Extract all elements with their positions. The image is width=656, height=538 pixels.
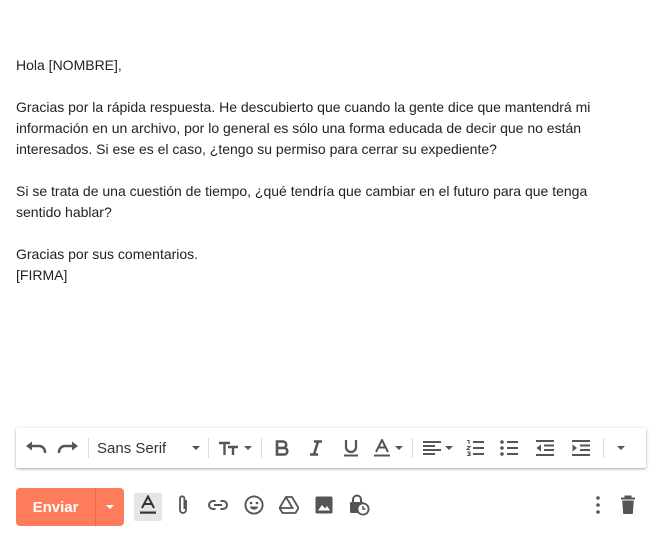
- link-icon: [207, 498, 229, 516]
- signature-line: [FIRMA]: [16, 267, 68, 283]
- chevron-down-icon: [395, 446, 404, 450]
- font-family-value: Sans Serif: [97, 439, 167, 457]
- formatting-options-button[interactable]: [134, 493, 162, 521]
- italic-icon: [309, 440, 323, 456]
- drive-icon: [278, 495, 300, 519]
- photo-icon: [315, 496, 333, 519]
- chevron-down-icon: [192, 446, 201, 450]
- more-formatting-button[interactable]: [608, 434, 634, 462]
- emoji-icon: [244, 494, 264, 520]
- insert-drive-button[interactable]: [275, 493, 303, 521]
- toolbar-divider: [88, 438, 89, 458]
- send-button[interactable]: Enviar: [16, 488, 95, 526]
- insert-link-button[interactable]: [204, 493, 232, 521]
- more-options-icon: [596, 495, 600, 519]
- indent-less-button[interactable]: [527, 434, 563, 462]
- paragraph-1: Gracias por la rápida respuesta. He desc…: [16, 99, 591, 157]
- italic-button[interactable]: [298, 434, 334, 462]
- align-button[interactable]: [417, 434, 459, 462]
- indent-more-button[interactable]: [563, 434, 599, 462]
- undo-icon: [25, 441, 47, 455]
- font-family-select[interactable]: Sans Serif: [93, 434, 204, 462]
- text-size-button[interactable]: [213, 434, 257, 462]
- send-button-group: Enviar: [16, 488, 124, 526]
- attach-icon: [177, 494, 189, 521]
- chevron-down-icon: [106, 505, 114, 509]
- chevron-down-icon: [244, 446, 253, 450]
- text-color-icon: [373, 439, 391, 457]
- bulleted-list-icon: [500, 440, 519, 456]
- formatting-options-icon: [139, 493, 157, 520]
- underline-button[interactable]: [334, 434, 368, 462]
- text-size-icon: [218, 440, 240, 456]
- toolbar-divider: [208, 438, 210, 458]
- text-color-button[interactable]: [368, 434, 408, 462]
- paragraph-2: Si se trata de una cuestión de tiempo, ¿…: [16, 183, 588, 220]
- indent-less-icon: [536, 440, 555, 456]
- indent-more-icon: [572, 440, 591, 456]
- underline-icon: [343, 439, 359, 457]
- formatting-toolbar: Sans Serif: [16, 428, 646, 468]
- insert-photo-button[interactable]: [310, 493, 338, 521]
- align-icon: [423, 441, 442, 455]
- numbered-list-button[interactable]: [459, 434, 491, 462]
- toolbar-divider: [603, 438, 605, 458]
- greeting-line: Hola [NOMBRE],: [16, 57, 122, 73]
- undo-button[interactable]: [20, 434, 52, 462]
- discard-icon: [620, 495, 636, 520]
- closing-line: Gracias por sus comentarios.: [16, 246, 199, 262]
- numbered-list-icon: [466, 440, 485, 456]
- send-options-button[interactable]: [96, 488, 124, 526]
- more-options-button[interactable]: [584, 493, 612, 521]
- insert-emoji-button[interactable]: [240, 493, 268, 521]
- more-formatting-icon: [617, 446, 626, 450]
- bold-icon: [275, 440, 289, 456]
- redo-button[interactable]: [52, 434, 84, 462]
- attach-button[interactable]: [169, 493, 197, 521]
- toolbar-divider: [261, 438, 263, 458]
- message-body[interactable]: Hola [NOMBRE], Gracias por la rápida res…: [16, 55, 616, 286]
- toolbar-divider: [412, 438, 414, 458]
- confidential-mode-button[interactable]: [345, 493, 373, 521]
- bold-button[interactable]: [266, 434, 298, 462]
- bulleted-list-button[interactable]: [491, 434, 527, 462]
- discard-draft-button[interactable]: [614, 493, 642, 521]
- redo-icon: [57, 441, 79, 455]
- confidential-mode-icon: [348, 494, 370, 521]
- chevron-down-icon: [445, 446, 454, 450]
